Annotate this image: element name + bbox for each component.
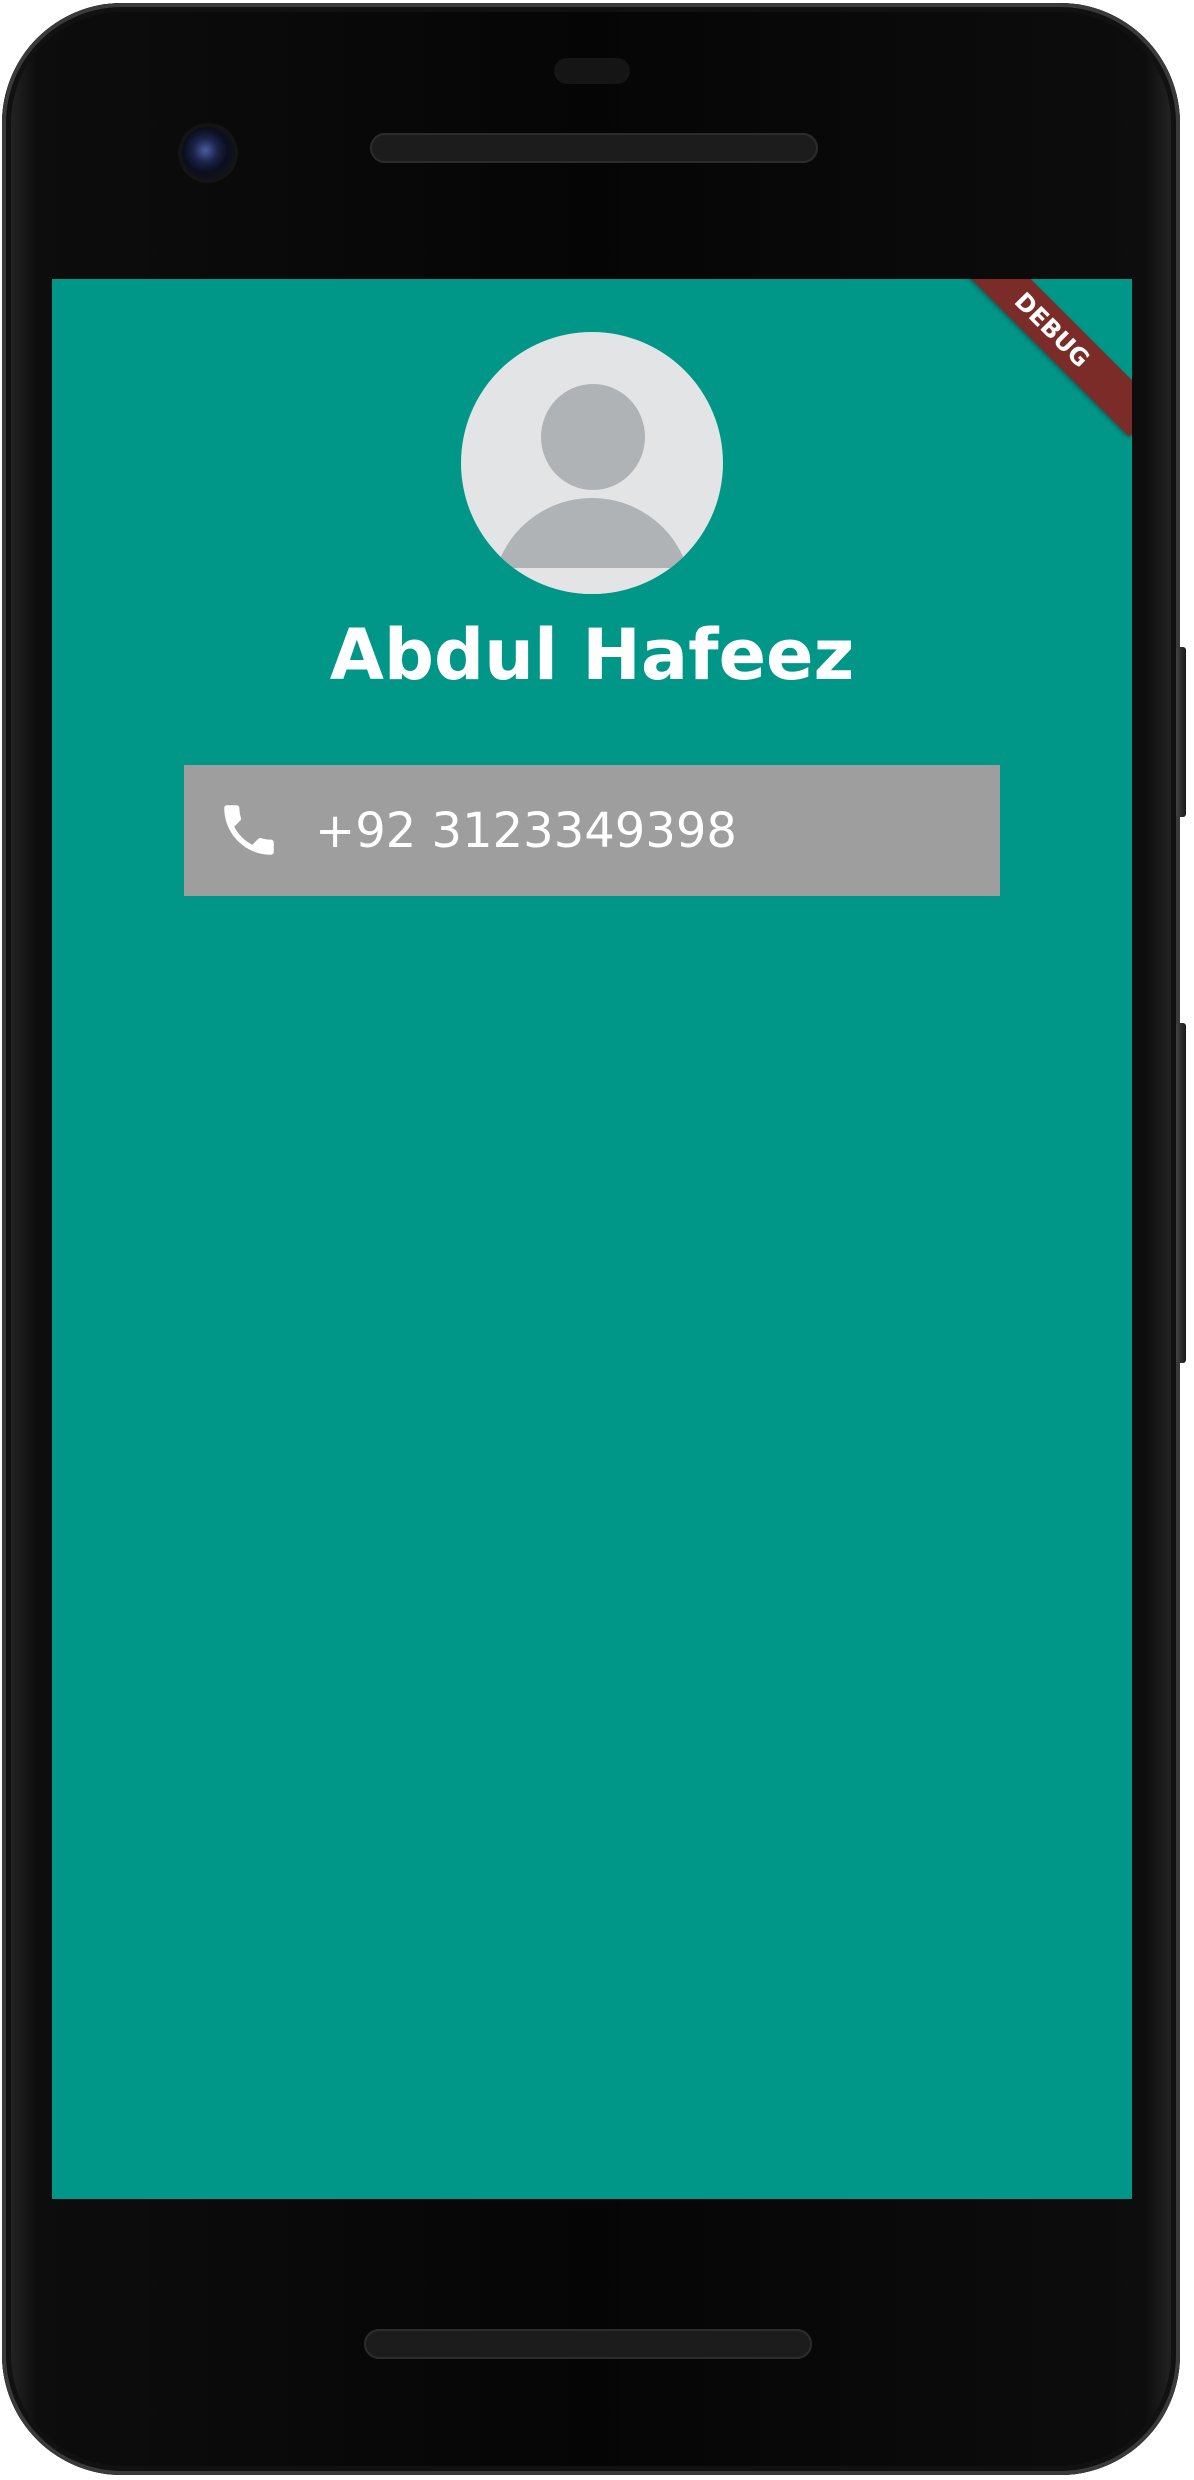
- avatar-base: [461, 568, 723, 594]
- phone-number: +92 3123349398: [315, 803, 737, 859]
- avatar: [461, 332, 723, 594]
- volume-button: [1176, 1023, 1186, 1363]
- top-speaker: [370, 133, 818, 163]
- bottom-speaker: [364, 2329, 812, 2359]
- contact-name: Abdul Hafeez: [329, 614, 855, 696]
- phone-icon: [224, 805, 274, 855]
- app-screen: Abdul Hafeez +92 3123349398 DEBUG: [52, 279, 1132, 2199]
- power-button: [1176, 647, 1186, 817]
- debug-banner: DEBUG: [945, 279, 1132, 437]
- person-placeholder-icon: [541, 384, 645, 490]
- front-camera: [182, 127, 234, 179]
- phone-card[interactable]: +92 3123349398: [184, 765, 1000, 896]
- earpiece: [554, 58, 630, 84]
